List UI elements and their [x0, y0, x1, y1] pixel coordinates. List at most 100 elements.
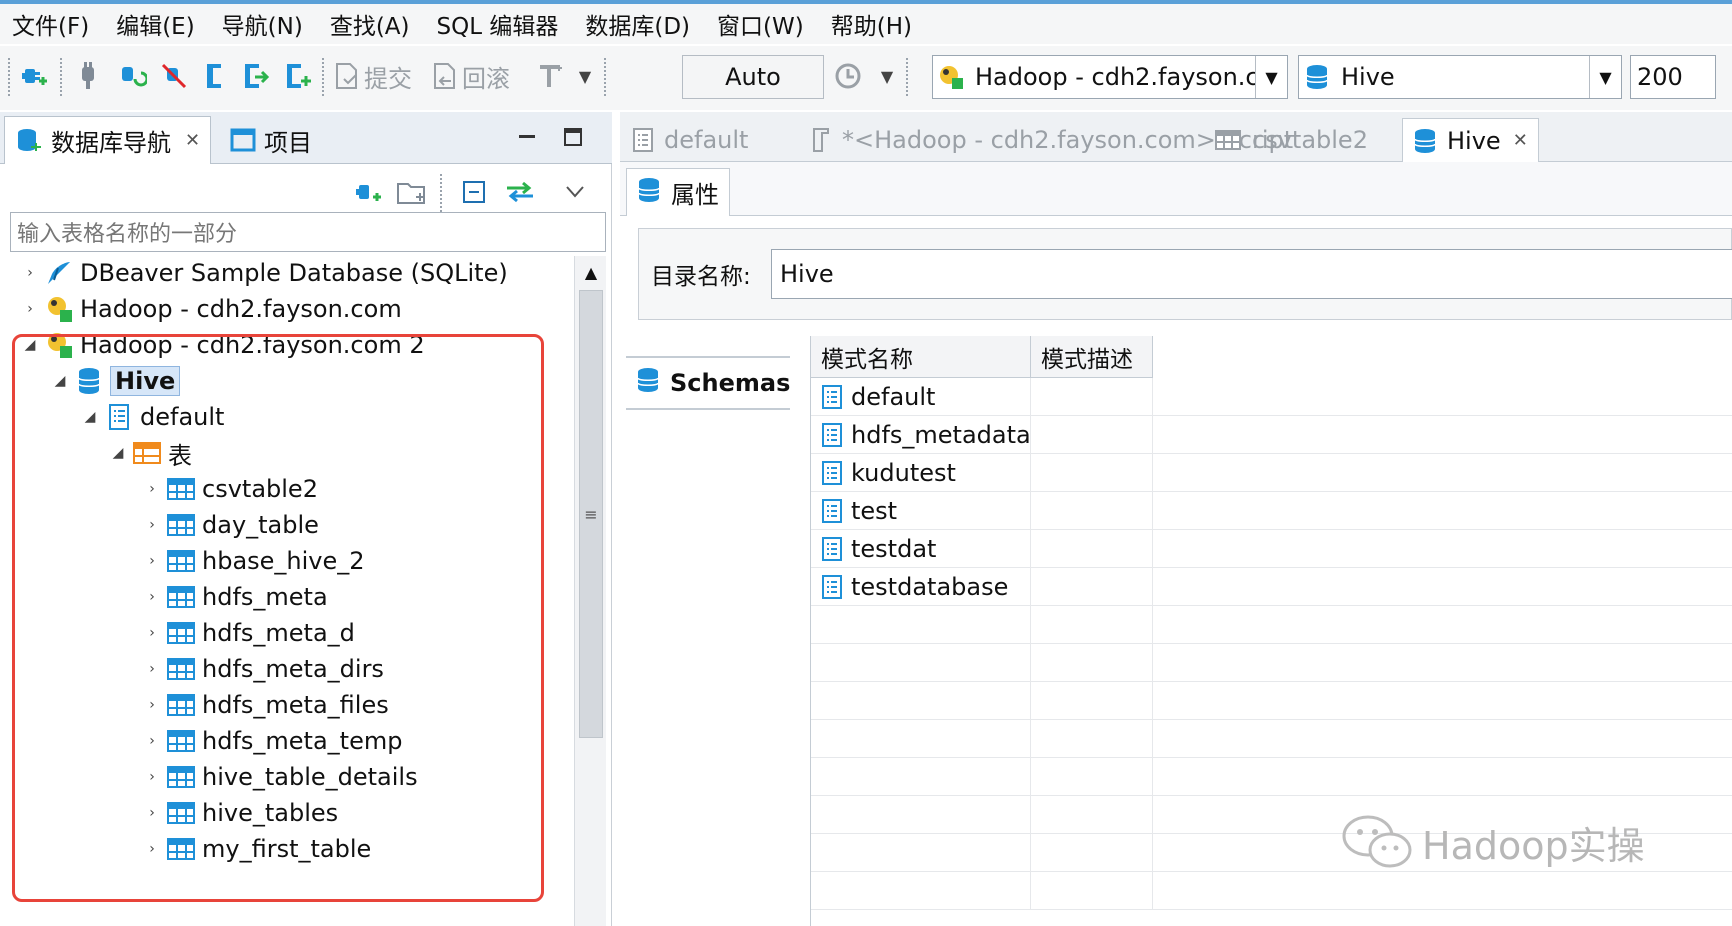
new-connection-icon[interactable] — [350, 172, 386, 212]
tree-node-schema-default[interactable]: ◢ default — [78, 398, 225, 436]
table-row[interactable]: kudutest — [811, 454, 1732, 492]
chevron-right-icon[interactable]: › — [140, 769, 164, 785]
tree-node-table[interactable]: › my_first_table — [140, 830, 371, 868]
column-header-schema-description[interactable]: 模式描述 — [1031, 336, 1153, 378]
table-row[interactable]: default — [811, 378, 1732, 416]
tree-node-hive-database[interactable]: ◢ Hive — [48, 362, 181, 400]
view-menu-icon[interactable] — [560, 172, 590, 212]
navigator-scrollbar[interactable]: ▲ ≡ — [574, 256, 606, 926]
tree-node-table[interactable]: › hdfs_meta_files — [140, 686, 389, 724]
tree-node-table[interactable]: › hive_table_details — [140, 758, 417, 796]
menu-window[interactable]: 窗口(W) — [717, 7, 804, 41]
menu-search[interactable]: 查找(A) — [330, 7, 410, 41]
tab-default[interactable]: default — [632, 118, 748, 162]
connect-icon[interactable] — [70, 56, 106, 96]
maximize-icon[interactable] — [562, 126, 584, 148]
table-row[interactable]: test — [811, 492, 1732, 530]
commit-mode-icon[interactable] — [238, 56, 274, 96]
chevron-right-icon[interactable]: › — [140, 517, 164, 533]
expanded-triangle-icon[interactable]: ◢ — [106, 445, 130, 461]
schema-name-cell[interactable]: testdat — [811, 530, 1031, 568]
schema-name-cell[interactable]: testdatabase — [811, 568, 1031, 606]
schema-description-cell[interactable] — [1031, 378, 1153, 416]
schema-description-cell[interactable] — [1031, 416, 1153, 454]
schema-name-cell[interactable]: hdfs_metadata — [811, 416, 1031, 454]
chevron-right-icon[interactable]: › — [140, 661, 164, 677]
chevron-right-icon[interactable]: › — [140, 553, 164, 569]
transaction-log-icon[interactable] — [532, 56, 572, 96]
tree-node-table[interactable]: › hdfs_meta_d — [140, 614, 355, 652]
tab-csvtable2[interactable]: csvtable2 — [1214, 118, 1368, 162]
expanded-triangle-icon[interactable]: ◢ — [48, 373, 72, 389]
menu-sql-editor[interactable]: SQL 编辑器 — [437, 7, 559, 41]
disconnect-icon[interactable] — [156, 56, 192, 96]
expanded-triangle-icon[interactable]: ◢ — [78, 409, 102, 425]
chevron-right-icon[interactable]: › — [140, 589, 164, 605]
tree-node-sqlite-connection[interactable]: › DBeaver Sample Database (SQLite) — [18, 254, 508, 292]
new-connection-icon[interactable] — [16, 56, 52, 96]
tree-node-tables-folder[interactable]: ◢ 表 — [106, 434, 192, 472]
tree-node-table[interactable]: › hdfs_meta_temp — [140, 722, 402, 760]
tab-hive[interactable]: Hive ✕ — [1402, 118, 1539, 162]
reconnect-icon[interactable] — [114, 56, 150, 96]
catalog-name-field[interactable]: Hive — [771, 249, 1732, 299]
column-header-schema-name[interactable]: 模式名称 — [811, 336, 1031, 378]
schema-description-cell[interactable] — [1031, 492, 1153, 530]
tab-schemas[interactable]: Schemas — [626, 356, 790, 410]
chevron-right-icon[interactable]: › — [140, 805, 164, 821]
tab-database-navigator[interactable]: 数据库导航 ✕ — [4, 116, 212, 164]
schema-name-cell[interactable]: test — [811, 492, 1031, 530]
commit-button[interactable]: 提交 — [330, 56, 416, 96]
chevron-down-icon[interactable]: ▼ — [1589, 56, 1621, 98]
schema-description-cell[interactable] — [1031, 568, 1153, 606]
table-row[interactable]: testdatabase — [811, 568, 1732, 606]
schema-description-cell[interactable] — [1031, 454, 1153, 492]
tree-node-table[interactable]: › day_table — [140, 506, 319, 544]
menu-navigate[interactable]: 导航(N) — [222, 7, 303, 41]
chevron-down-icon[interactable]: ▼ — [1255, 56, 1287, 98]
transaction-icon[interactable] — [198, 56, 234, 96]
chevron-right-icon[interactable]: › — [140, 841, 164, 857]
chevron-right-icon[interactable]: › — [18, 265, 42, 281]
active-connection-select[interactable]: Hadoop - cdh2.fayson.c ▼ — [932, 55, 1288, 99]
close-icon[interactable]: ✕ — [185, 130, 200, 151]
scrollbar-thumb[interactable]: ≡ — [579, 290, 603, 738]
schema-name-cell[interactable]: kudutest — [811, 454, 1031, 492]
menu-edit[interactable]: 编辑(E) — [116, 7, 194, 41]
history-dropdown[interactable]: ▼ — [876, 56, 898, 96]
expanded-triangle-icon[interactable]: ◢ — [18, 337, 42, 353]
chevron-right-icon[interactable]: › — [140, 733, 164, 749]
active-database-select[interactable]: Hive ▼ — [1298, 55, 1622, 99]
menu-file[interactable]: 文件(F) — [12, 7, 89, 41]
tree-node-hadoop-connection-2[interactable]: ◢ Hadoop - cdh2.fayson.com 2 — [18, 326, 425, 364]
schema-name-cell[interactable]: default — [811, 378, 1031, 416]
new-transaction-icon[interactable] — [280, 56, 316, 96]
minimize-icon[interactable] — [516, 126, 538, 148]
chevron-right-icon[interactable]: › — [140, 481, 164, 497]
chevron-right-icon[interactable]: › — [18, 301, 42, 317]
table-row[interactable]: hdfs_metadata — [811, 416, 1732, 454]
tree-node-table[interactable]: › hdfs_meta — [140, 578, 327, 616]
tree-node-hadoop-connection[interactable]: › Hadoop - cdh2.fayson.com — [18, 290, 402, 328]
tree-node-table[interactable]: › csvtable2 — [140, 470, 318, 508]
tree-node-table[interactable]: › hdfs_meta_dirs — [140, 650, 384, 688]
table-filter-input[interactable]: 输入表格名称的一部分 — [10, 212, 606, 252]
schema-description-cell[interactable] — [1031, 530, 1153, 568]
scroll-up-icon[interactable]: ▲ — [575, 256, 607, 288]
history-icon[interactable] — [828, 56, 868, 96]
transaction-mode-button[interactable]: Auto — [682, 55, 824, 99]
close-icon[interactable]: ✕ — [1513, 130, 1528, 151]
menu-database[interactable]: 数据库(D) — [585, 7, 690, 41]
table-row[interactable]: testdat — [811, 530, 1732, 568]
transaction-dropdown[interactable]: ▼ — [574, 56, 596, 96]
link-with-editor-icon[interactable] — [500, 172, 540, 212]
tab-properties[interactable]: 属性 — [626, 168, 730, 216]
chevron-right-icon[interactable]: › — [140, 625, 164, 641]
tree-node-table[interactable]: › hive_tables — [140, 794, 338, 832]
collapse-all-icon[interactable] — [456, 172, 492, 212]
new-folder-icon[interactable] — [394, 172, 430, 212]
result-limit-input[interactable]: 200 — [1630, 55, 1716, 99]
tab-projects[interactable]: 项目 — [220, 116, 322, 164]
tree-node-table[interactable]: › hbase_hive_2 — [140, 542, 364, 580]
chevron-right-icon[interactable]: › — [140, 697, 164, 713]
